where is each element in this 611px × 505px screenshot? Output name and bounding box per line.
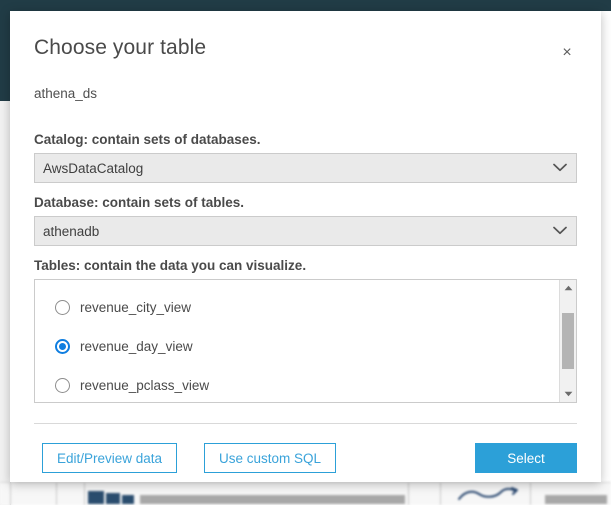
catalog-label: Catalog: contain sets of databases.	[34, 132, 261, 147]
screen: Choose your table × athena_ds Catalog: c…	[0, 0, 611, 505]
use-custom-sql-button[interactable]: Use custom SQL	[204, 443, 337, 473]
catalog-group: Catalog: contain sets of databases. AwsD…	[34, 132, 577, 183]
database-label: Database: contain sets of tables.	[34, 195, 245, 210]
app-left-strip	[0, 11, 10, 101]
scroll-up-icon[interactable]	[560, 280, 576, 296]
list-item-label: revenue_pclass_view	[80, 378, 210, 393]
dialog-title: Choose your table	[34, 36, 207, 59]
scroll-down-icon[interactable]	[560, 386, 576, 402]
list-item-label: revenue_city_view	[80, 300, 192, 315]
list-item[interactable]: revenue_pclass_view	[35, 366, 559, 402]
app-top-bar	[0, 0, 611, 11]
radio-icon-selected[interactable]	[55, 339, 70, 354]
background-line-chart	[458, 487, 518, 500]
scrollbar-thumb[interactable]	[562, 313, 574, 369]
tables-scrollbar[interactable]	[559, 280, 576, 402]
list-item[interactable]: revenue_day_view	[35, 327, 559, 366]
tables-listbox[interactable]: revenue_city_view revenue_day_view reven…	[34, 279, 577, 403]
app-background-charts	[0, 482, 611, 505]
database-select[interactable]: athenadb	[34, 216, 577, 246]
radio-icon[interactable]	[55, 300, 70, 315]
catalog-select[interactable]: AwsDataCatalog	[34, 153, 577, 183]
data-source-name: athena_ds	[34, 86, 98, 101]
tables-list: revenue_city_view revenue_day_view reven…	[35, 280, 559, 402]
select-button[interactable]: Select	[475, 443, 577, 473]
list-item-label: revenue_day_view	[80, 339, 193, 354]
radio-icon[interactable]	[55, 378, 70, 393]
chevron-down-icon	[553, 159, 567, 177]
dialog-footer: Edit/Preview data Use custom SQL Select	[34, 443, 577, 473]
database-group: Database: contain sets of tables. athena…	[34, 195, 577, 246]
close-icon[interactable]: ×	[557, 43, 577, 63]
database-selected-value: athenadb	[43, 223, 100, 239]
edit-preview-data-button[interactable]: Edit/Preview data	[42, 443, 178, 473]
footer-divider	[34, 423, 577, 424]
catalog-selected-value: AwsDataCatalog	[43, 160, 144, 176]
choose-table-dialog: Choose your table × athena_ds Catalog: c…	[10, 11, 601, 482]
list-item[interactable]: revenue_city_view	[35, 288, 559, 327]
tables-group: Tables: contain the data you can visuali…	[34, 258, 577, 403]
chevron-down-icon	[553, 222, 567, 240]
dialog-form: Catalog: contain sets of databases. AwsD…	[34, 132, 577, 415]
tables-label: Tables: contain the data you can visuali…	[34, 258, 307, 273]
